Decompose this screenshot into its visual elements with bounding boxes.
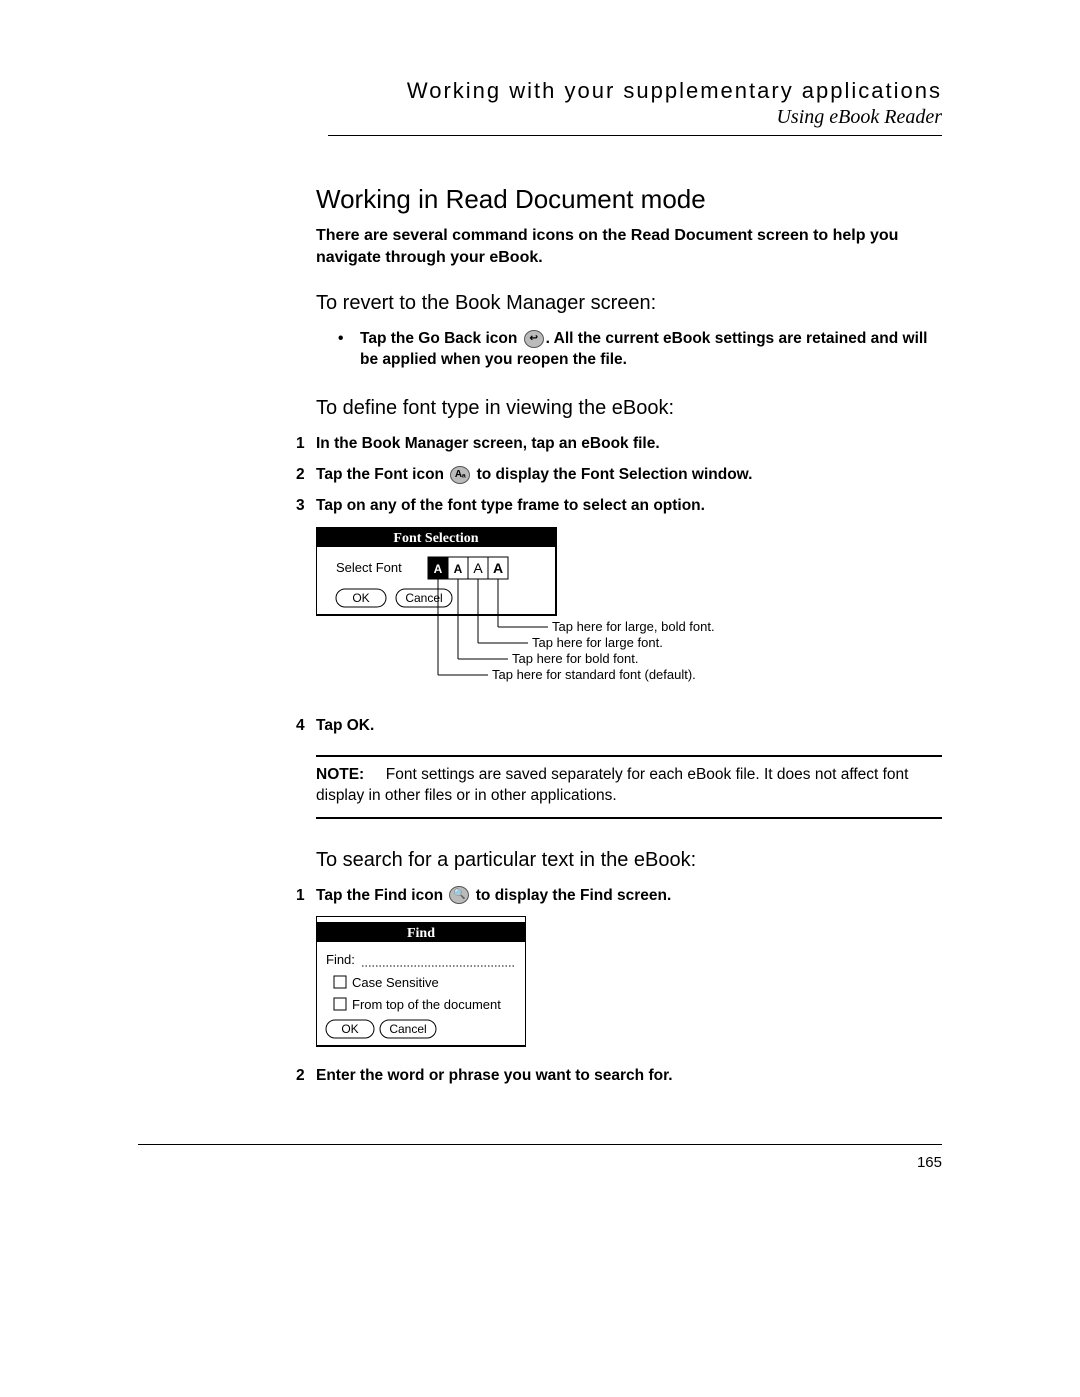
- bullet-marker: •: [338, 329, 360, 371]
- step2-post: to display the Font Selection window.: [472, 466, 752, 483]
- step-number: 3: [138, 496, 316, 517]
- step-text: Tap the Find icon 🔍 to display the Find …: [316, 886, 942, 907]
- find-diagram-area: Find Find: Case Sensitive From top of th…: [316, 916, 942, 1050]
- svg-text:A: A: [473, 560, 483, 576]
- header-subtitle: Using eBook Reader: [328, 106, 942, 129]
- svg-text:A: A: [454, 562, 463, 576]
- callout-standard: Tap here for standard font (default).: [492, 667, 696, 682]
- font-selection-diagram: Font Selection Select Font A A A A OK Ca…: [316, 527, 856, 697]
- callout-large: Tap here for large font.: [532, 635, 663, 650]
- search1-pre: Tap the Find icon: [316, 887, 447, 904]
- font-step-3: 3 Tap on any of the font type frame to s…: [138, 496, 942, 517]
- select-font-label: Select Font: [336, 560, 402, 575]
- svg-text:A: A: [434, 562, 443, 576]
- font-step-4: 4 Tap OK.: [138, 716, 942, 737]
- revert-text-pre: Tap the Go Back icon: [360, 330, 522, 347]
- intro-paragraph: There are several command icons on the R…: [316, 225, 942, 268]
- svg-text:A: A: [493, 560, 503, 576]
- go-back-icon: ↩: [524, 330, 544, 348]
- revert-heading: To revert to the Book Manager screen:: [316, 292, 942, 315]
- search-step-2: 2 Enter the word or phrase you want to s…: [138, 1066, 942, 1087]
- find-icon: 🔍: [449, 886, 469, 904]
- find-dialog-title: Find: [407, 926, 435, 941]
- font-step-2: 2 Tap the Font icon Aₐ to display the Fo…: [138, 465, 942, 486]
- font-dialog-title: Font Selection: [393, 531, 478, 546]
- page-header: Working with your supplementary applicat…: [328, 78, 942, 136]
- step-text: Tap the Font icon Aₐ to display the Font…: [316, 465, 942, 486]
- font-ok-button: OK: [352, 591, 369, 605]
- find-ok-button: OK: [341, 1022, 358, 1036]
- step-text: Enter the word or phrase you want to sea…: [316, 1066, 942, 1087]
- from-top-label: From top of the document: [352, 997, 501, 1012]
- step-text: Tap on any of the font type frame to sel…: [316, 496, 942, 517]
- step-number: 4: [138, 716, 316, 737]
- manual-page: Working with your supplementary applicat…: [0, 0, 1080, 1397]
- note-body: Font settings are saved separately for e…: [316, 766, 908, 804]
- callout-large-bold: Tap here for large, bold font.: [552, 619, 715, 634]
- search-heading: To search for a particular text in the e…: [316, 849, 942, 872]
- section-heading: Working in Read Document mode: [316, 184, 942, 215]
- case-sensitive-label: Case Sensitive: [352, 975, 439, 990]
- step-text: In the Book Manager screen, tap an eBook…: [316, 434, 942, 455]
- step-number: 1: [138, 434, 316, 455]
- font-step-1: 1 In the Book Manager screen, tap an eBo…: [138, 434, 942, 455]
- font-icon: Aₐ: [450, 466, 470, 484]
- step-number: 1: [138, 886, 316, 907]
- font-selection-diagram-area: Font Selection Select Font A A A A OK Ca…: [316, 527, 942, 702]
- font-cancel-button: Cancel: [405, 591, 442, 605]
- revert-bullet-text: Tap the Go Back icon ↩. All the current …: [360, 329, 942, 371]
- footer-rule: [138, 1144, 942, 1145]
- step-number: 2: [138, 465, 316, 486]
- search1-post: to display the Find screen.: [471, 887, 671, 904]
- step-number: 2: [138, 1066, 316, 1087]
- find-label: Find:: [326, 952, 355, 967]
- step2-pre: Tap the Font icon: [316, 466, 448, 483]
- search-step-1: 1 Tap the Find icon 🔍 to display the Fin…: [138, 886, 942, 907]
- step-text: Tap OK.: [316, 716, 942, 737]
- header-title: Working with your supplementary applicat…: [328, 78, 942, 104]
- page-number: 165: [917, 1154, 942, 1171]
- note-spacer: [369, 766, 382, 783]
- note-block: NOTE: Font settings are saved separately…: [316, 755, 942, 819]
- note-label: NOTE:: [316, 766, 364, 783]
- callout-bold: Tap here for bold font.: [512, 651, 638, 666]
- find-diagram: Find Find: Case Sensitive From top of th…: [316, 916, 526, 1050]
- revert-bullet: • Tap the Go Back icon ↩. All the curren…: [338, 329, 942, 371]
- font-heading: To define font type in viewing the eBook…: [316, 397, 942, 420]
- find-cancel-button: Cancel: [389, 1022, 426, 1036]
